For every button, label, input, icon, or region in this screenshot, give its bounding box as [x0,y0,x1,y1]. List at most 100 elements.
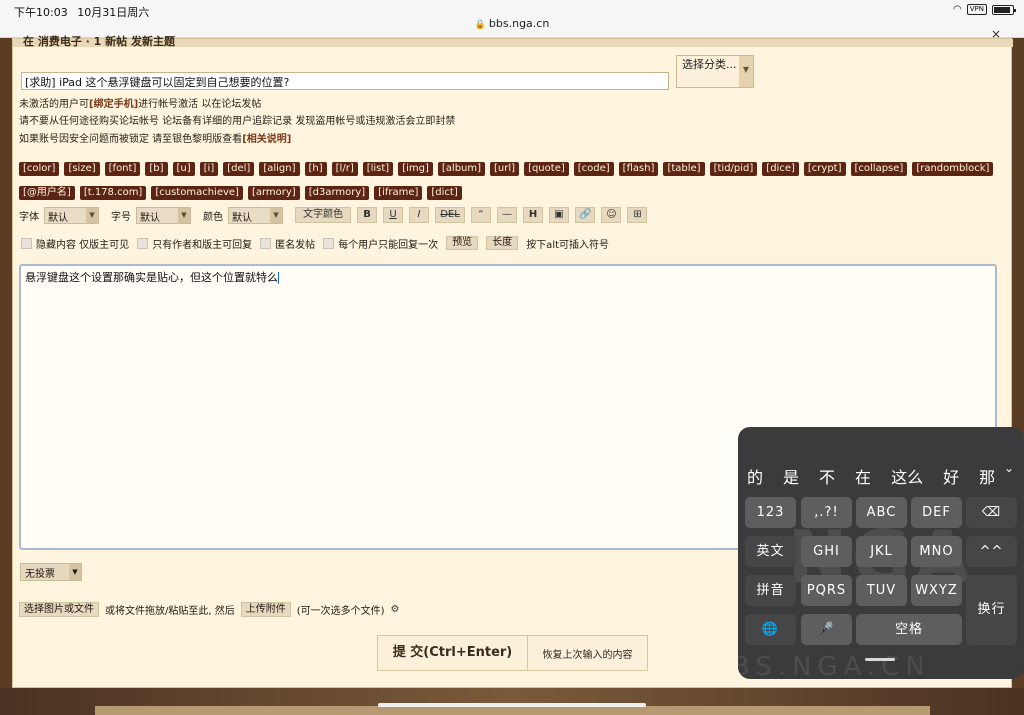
bbcode-tag[interactable]: [t.178.com] [79,186,147,200]
bbcode-tag[interactable]: [collapse] [850,162,908,176]
candidate-word[interactable]: 那 [979,464,995,488]
candidate-word[interactable]: 是 [783,464,799,488]
bbcode-tag[interactable]: [randomblock] [912,162,994,176]
bbcode-tag[interactable]: [iframe] [374,186,423,200]
bold-button[interactable]: B [357,207,377,223]
restore-button[interactable]: 恢复上次输入的内容 [528,646,647,661]
page-image-strip [95,706,930,715]
key-return[interactable]: 换行 [966,575,1017,645]
table-icon[interactable]: ⊞ [627,207,648,223]
anonymous-checkbox[interactable] [260,237,272,249]
close-icon[interactable]: × [991,27,1001,41]
chevron-down-icon: ▼ [178,207,190,223]
bbcode-tag[interactable]: [url] [490,162,520,176]
bbcode-tag[interactable]: [color] [19,162,60,176]
candidate-word[interactable]: 不 [819,464,835,488]
key-mno[interactable]: MNO [911,536,962,567]
bbcode-tag[interactable]: [align] [259,162,300,176]
key-abc[interactable]: ABC [856,497,907,528]
candidate-word[interactable]: 的 [747,464,763,488]
upload-hint: 或将文件拖放/粘贴至此, 然后 [105,605,235,617]
bbcode-tag[interactable]: [quote] [524,162,569,176]
reply-once-checkbox[interactable] [323,237,335,249]
size-select[interactable]: 默认 ▼ [136,206,191,224]
key-123[interactable]: 123 [745,497,796,528]
preview-button[interactable]: 预览 [446,236,479,250]
bbcode-tag[interactable]: [armory] [247,186,300,200]
bind-phone-link[interactable]: [绑定手机] [89,99,138,110]
bbcode-tag[interactable]: [album] [437,162,486,176]
bbcode-tag[interactable]: [font] [104,162,141,176]
key-jkl[interactable]: JKL [856,536,907,567]
key-def[interactable]: DEF [911,497,962,528]
underline-button[interactable]: U [383,207,403,223]
key-pinyin[interactable]: 拼音 [745,575,796,606]
key-pqrs[interactable]: PQRS [801,575,852,606]
heading-button[interactable]: H [523,207,543,223]
bbcode-tag[interactable]: [code] [573,162,614,176]
text-color-button[interactable]: 文字颜色 [295,207,351,223]
color-select[interactable]: 默认 ▼ [228,206,283,224]
key-space[interactable]: 空格 [856,614,962,645]
upload-attachment-button[interactable]: 上传附件 [240,601,291,617]
bbcode-tag[interactable]: [img] [398,162,433,176]
author-only-checkbox[interactable] [137,237,149,249]
keyboard-drag-handle[interactable] [865,658,895,661]
horizontal-rule-button[interactable]: — [497,207,517,223]
bbcode-tag[interactable]: [tid/pid] [709,162,758,176]
bbcode-tag[interactable]: [del] [223,162,255,176]
key-english[interactable]: 英文 [745,536,796,567]
globe-icon[interactable]: 🌐 [745,614,796,645]
bbcode-tag[interactable]: [h] [304,162,327,176]
bbcode-tag[interactable]: [i] [199,162,219,176]
key-wxyz[interactable]: WXYZ [911,575,962,606]
microphone-icon[interactable]: 🎤 [801,614,852,645]
vote-select[interactable]: 无投票 ▼ [20,563,82,581]
color-select-value: 默认 [232,212,252,224]
bbcode-tag[interactable]: [flash] [618,162,659,176]
candidate-word[interactable]: 这么 [891,464,923,488]
related-info-link[interactable]: [相关说明] [242,134,291,145]
image-icon[interactable]: ▣ [549,207,569,223]
key-tuv[interactable]: TUV [856,575,907,606]
submit-button[interactable]: 提 交(Ctrl+Enter) [378,636,528,670]
candidate-word[interactable]: 在 [855,464,871,488]
font-select[interactable]: 默认 ▼ [44,206,99,224]
address-bar[interactable]: 🔒 bbs.nga.cn [0,17,1024,30]
key-punctuation[interactable]: ,.?! [801,497,852,528]
backspace-icon[interactable]: ⌫ [966,497,1017,528]
post-title-input[interactable]: [求助] iPad 这个悬浮键盘可以固定到自己想要的位置? [21,72,669,90]
hidden-content-label: 隐藏内容 仅版主可见 [36,239,130,251]
hidden-content-checkbox[interactable] [21,237,32,249]
panel-title: 在 消费电子 · 1 新帖 发新主题 [23,35,175,48]
quote-button[interactable]: “ [471,207,491,223]
select-file-button[interactable]: 选择图片或文件 [19,601,99,617]
bbcode-tag[interactable]: [size] [64,162,100,176]
bbcode-tag[interactable]: [table] [663,162,705,176]
bbcode-tag[interactable]: [u] [172,162,195,176]
key-emoticon[interactable]: ^^ [966,536,1017,567]
gear-icon[interactable]: ⚙ [391,604,400,615]
bbcode-tag[interactable]: [b] [145,162,168,176]
submit-group: 提 交(Ctrl+Enter) 恢复上次输入的内容 [377,635,648,671]
chevron-down-icon[interactable]: ⌄ [1004,461,1014,475]
bbcode-tag[interactable]: [crypt] [803,162,846,176]
bbcode-tag[interactable]: [@用户名] [19,186,75,200]
link-icon[interactable]: 🔗 [575,207,596,223]
candidate-word[interactable]: 好 [943,464,959,488]
bbcode-tag[interactable]: [d3armory] [304,186,370,200]
length-button[interactable]: 长度 [486,236,519,250]
category-select[interactable]: 选择分类... ▼ [676,55,754,88]
notice-text: 请不要从任何途径购买论坛帐号 论坛备有详细的用户追踪记录 发现盗用帐号或违规激活… [19,116,456,127]
bbcode-tag[interactable]: [dict] [427,186,462,200]
bbcode-tag[interactable]: [l/r] [331,162,358,176]
strikethrough-button[interactable]: DEL [435,207,465,223]
bbcode-tag[interactable]: [customachieve] [151,186,243,200]
floating-keyboard[interactable]: NGA BBS.NGA.CN 的是不在这么好那 ⌄ 123 ,.?! ABC D… [738,427,1024,679]
key-ghi[interactable]: GHI [801,536,852,567]
italic-button[interactable]: I [409,207,429,223]
notice-activation: 未激活的用户可[绑定手机]进行帐号激活 以在论坛发帖 [19,95,261,110]
bbcode-tag[interactable]: [list] [362,162,394,176]
emoji-icon[interactable]: ☺ [601,207,622,223]
bbcode-tag[interactable]: [dice] [762,162,799,176]
